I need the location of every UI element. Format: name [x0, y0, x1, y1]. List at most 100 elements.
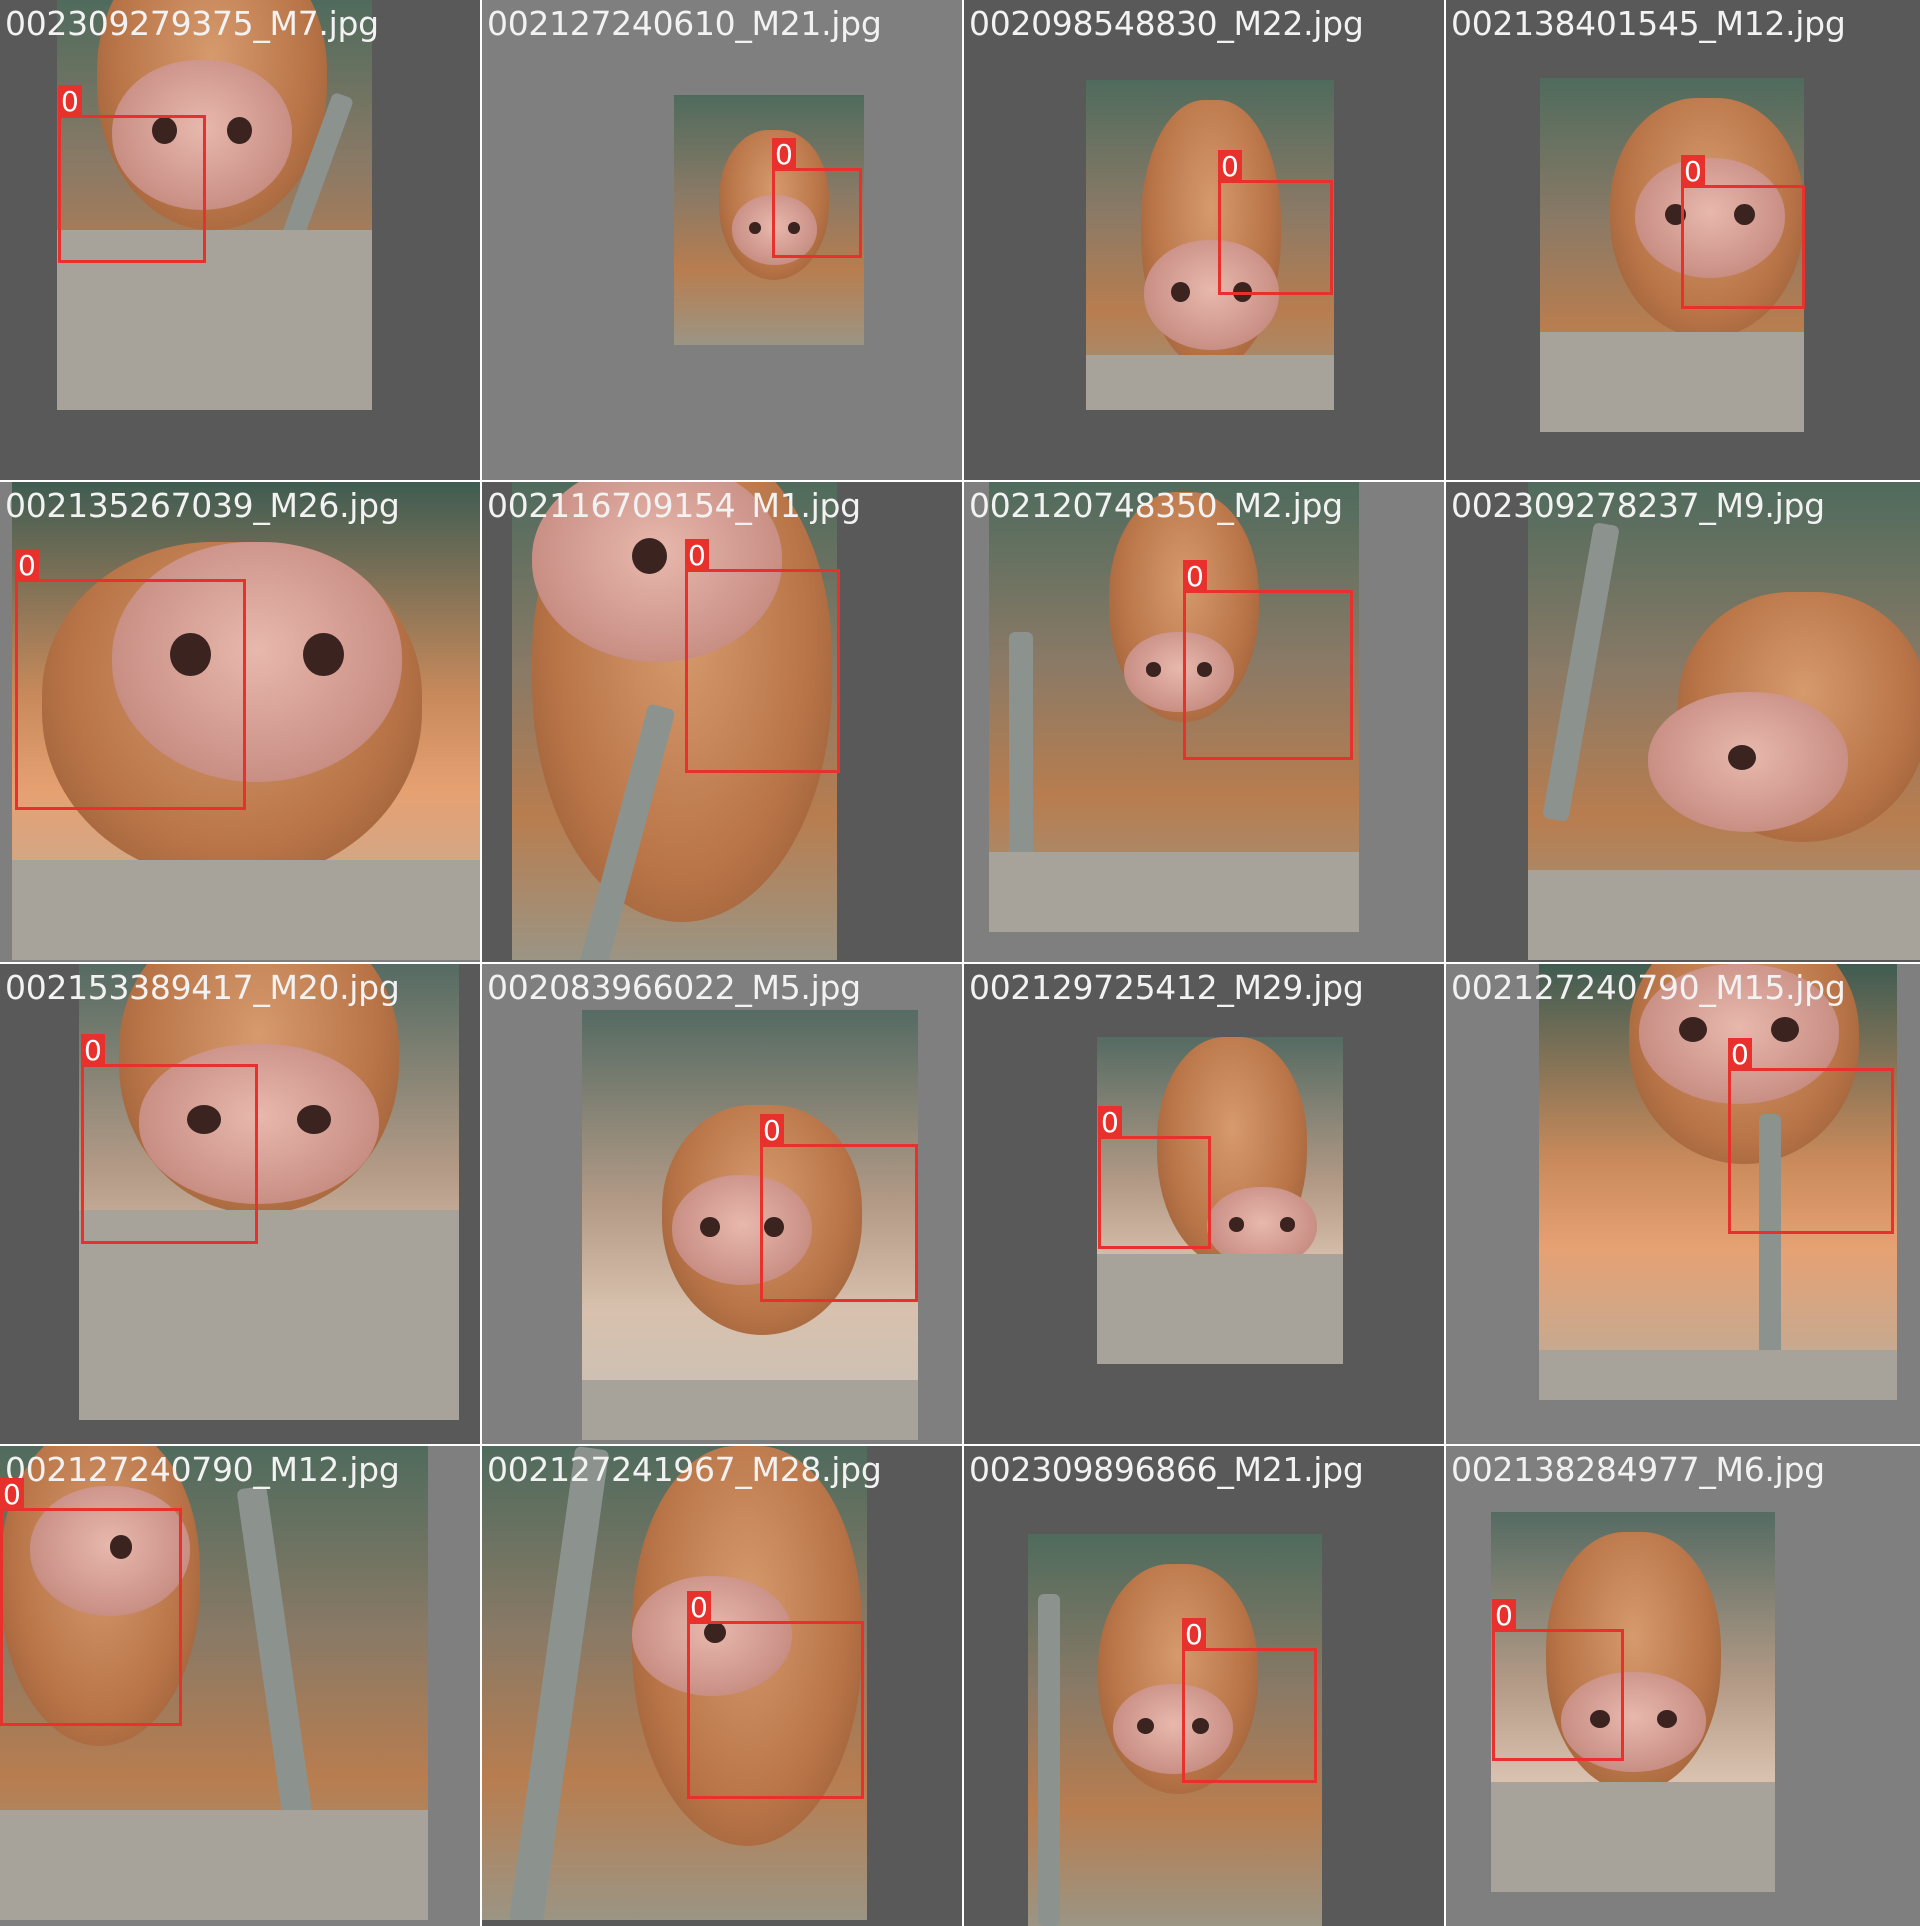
nostril	[1171, 281, 1190, 302]
grid-divider	[1444, 0, 1446, 1920]
class-label: 0	[1218, 150, 1242, 183]
class-label: 0	[1183, 560, 1207, 593]
image-tile-16: 002138284977_M6.jpg 0	[1446, 1446, 1920, 1926]
nostril	[1679, 1017, 1707, 1043]
nostril	[1137, 1718, 1154, 1735]
nostril	[1728, 745, 1756, 771]
bounding-box: 0	[1218, 150, 1333, 295]
bounding-box: 0	[1728, 1038, 1894, 1234]
image-tile-15: 002309896866_M21.jpg 0	[964, 1446, 1444, 1926]
cow-photo	[1528, 482, 1920, 960]
grid-divider	[0, 1444, 1920, 1446]
bounding-box: 0	[15, 549, 246, 810]
nostril	[1771, 1017, 1799, 1043]
image-filename: 002309279375_M7.jpg	[5, 4, 379, 43]
grid-divider	[0, 962, 1920, 964]
image-filename: 002129725412_M29.jpg	[969, 968, 1364, 1007]
concrete-floor	[1097, 1254, 1343, 1364]
bounding-box: 0	[58, 85, 206, 263]
class-label: 0	[1098, 1106, 1122, 1139]
pen-bar	[1038, 1594, 1060, 1926]
image-tile-11: 002129725412_M29.jpg 0	[964, 964, 1444, 1444]
class-label: 0	[58, 85, 82, 118]
image-tile-6: 002116709154_M1.jpg 0	[482, 482, 962, 962]
bounding-box: 0	[685, 539, 840, 773]
bounding-box: 0	[760, 1114, 918, 1302]
image-filename: 002309896866_M21.jpg	[969, 1450, 1364, 1489]
image-tile-10: 002083966022_M5.jpg 0	[482, 964, 962, 1444]
class-label: 0	[772, 138, 796, 171]
class-label: 0	[687, 1591, 711, 1624]
class-label: 0	[760, 1114, 784, 1147]
concrete-feeder	[1491, 1782, 1775, 1892]
image-filename: 002127240790_M15.jpg	[1451, 968, 1846, 1007]
bounding-box: 0	[772, 138, 862, 258]
nostril	[632, 538, 667, 574]
image-filename: 002083966022_M5.jpg	[487, 968, 861, 1007]
image-filename: 002138284977_M6.jpg	[1451, 1450, 1825, 1489]
pen-bar	[508, 1446, 610, 1920]
bounding-box: 0	[1098, 1106, 1211, 1249]
class-label: 0	[81, 1034, 105, 1067]
concrete-feeder	[1086, 355, 1334, 410]
image-tile-12: 002127240790_M15.jpg 0	[1446, 964, 1920, 1444]
bounding-box: 0	[0, 1478, 182, 1726]
class-label: 0	[15, 549, 39, 582]
concrete-feeder	[1539, 1350, 1897, 1400]
pen-bar	[236, 1485, 314, 1827]
image-filename: 002120748350_M2.jpg	[969, 486, 1343, 525]
nostril	[1656, 1710, 1677, 1728]
cow-nose	[1648, 692, 1848, 832]
image-tile-8: 002309278237_M9.jpg	[1446, 482, 1920, 962]
class-label: 0	[1681, 155, 1705, 188]
bounding-box: 0	[1183, 560, 1353, 760]
nostril	[297, 1104, 331, 1134]
nostril	[1279, 1217, 1295, 1232]
class-label: 0	[1492, 1599, 1516, 1632]
image-tile-7: 002120748350_M2.jpg 0	[964, 482, 1444, 962]
image-filename: 002127240610_M21.jpg	[487, 4, 882, 43]
image-filename: 002138401545_M12.jpg	[1451, 4, 1846, 43]
nostril	[1229, 1217, 1245, 1232]
concrete-feeder	[989, 852, 1359, 932]
image-filename: 002098548830_M22.jpg	[969, 4, 1364, 43]
grid-divider	[962, 0, 964, 1920]
image-tile-5: 002135267039_M26.jpg 0	[0, 482, 480, 962]
bounding-box: 0	[1182, 1618, 1317, 1783]
image-filename: 002135267039_M26.jpg	[5, 486, 400, 525]
nostril	[1146, 662, 1162, 677]
bounding-box: 0	[687, 1591, 864, 1799]
bounding-box: 0	[1681, 155, 1805, 309]
concrete-feeder	[1528, 870, 1920, 960]
class-label: 0	[1182, 1618, 1206, 1651]
class-label: 0	[0, 1478, 24, 1511]
nostril	[749, 221, 761, 235]
image-filename: 002116709154_M1.jpg	[487, 486, 861, 525]
nostril	[227, 117, 253, 144]
class-label: 0	[685, 539, 709, 572]
concrete-feeder	[0, 1810, 428, 1920]
image-tile-9: 002153389417_M20.jpg 0	[0, 964, 480, 1444]
image-tile-3: 002098548830_M22.jpg 0	[964, 0, 1444, 480]
nostril	[303, 633, 344, 677]
image-tile-4: 002138401545_M12.jpg 0	[1446, 0, 1920, 480]
concrete-feeder	[12, 860, 480, 960]
detection-results-grid: 002309279375_M7.jpg 0 002127240610_M21.j…	[0, 0, 1920, 1926]
grid-divider	[0, 480, 1920, 482]
class-label: 0	[1728, 1038, 1752, 1071]
image-filename: 002127241967_M28.jpg	[487, 1450, 882, 1489]
image-tile-13: 002127240790_M12.jpg 0	[0, 1446, 480, 1926]
image-tile-2: 002127240610_M21.jpg 0	[482, 0, 962, 480]
image-tile-1: 002309279375_M7.jpg 0	[0, 0, 480, 480]
grid-divider	[480, 0, 482, 1920]
image-filename: 002153389417_M20.jpg	[5, 968, 400, 1007]
image-filename: 002127240790_M12.jpg	[5, 1450, 400, 1489]
image-filename: 002309278237_M9.jpg	[1451, 486, 1825, 525]
nostril	[700, 1216, 720, 1237]
concrete-feeder	[1540, 332, 1804, 432]
pen-bar	[1542, 522, 1620, 822]
bounding-box: 0	[81, 1034, 258, 1244]
bounding-box: 0	[1492, 1599, 1624, 1761]
concrete-feeder	[582, 1380, 918, 1440]
image-tile-14: 002127241967_M28.jpg 0	[482, 1446, 962, 1926]
